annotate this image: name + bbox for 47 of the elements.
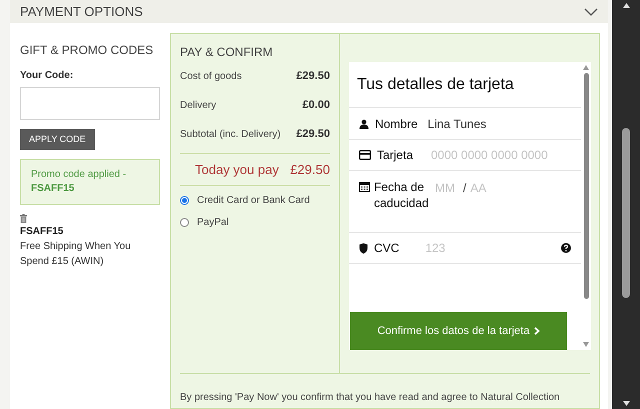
summary-label: Cost of goods <box>180 70 242 84</box>
promo-title: GIFT & PROMO CODES <box>20 42 154 59</box>
code-label: Your Code: <box>20 69 74 83</box>
section-header[interactable]: PAYMENT OPTIONS <box>10 0 608 23</box>
scroll-up-icon[interactable] <box>622 3 630 8</box>
calendar-icon <box>358 181 370 192</box>
code-field[interactable] <box>20 87 160 120</box>
voucher-code: FSAFF15 <box>20 225 64 239</box>
payment-method-radio[interactable]: Credit Card or Bank Card <box>180 192 330 208</box>
card-form-title: Tus detalles de tarjeta <box>348 62 581 108</box>
trash-icon[interactable] <box>20 214 27 223</box>
year-field[interactable]: AA <box>470 179 500 197</box>
field-label: CVC <box>374 240 400 257</box>
apply-code-button[interactable]: APPLY CODE <box>20 129 95 150</box>
card-number-field[interactable]: 0000 0000 0000 0000 <box>431 146 571 164</box>
page-scrollbar[interactable] <box>612 0 640 409</box>
cvc-field[interactable]: 123 <box>425 239 526 257</box>
summary-amount: £29.50 <box>296 68 330 84</box>
scroll-down-icon[interactable] <box>622 401 630 406</box>
field-label: Tarjeta <box>376 147 413 164</box>
total-label: Today you pay <box>195 160 279 179</box>
section-title: PAYMENT OPTIONS <box>20 2 143 21</box>
user-icon <box>358 118 369 128</box>
confirm-card-button[interactable]: Confirme los datos de la tarjeta <box>350 312 567 350</box>
promo-applied-code: FSAFF15 <box>31 183 74 194</box>
chevron-down-icon[interactable] <box>584 8 598 16</box>
terms-text: By pressing 'Pay Now' you confirm that you have read and agree to Natural Collection <box>180 392 560 403</box>
scrollbar-thumb[interactable] <box>622 128 630 298</box>
total-amount: £29.50 <box>290 160 330 179</box>
chevron-right-icon <box>534 327 540 335</box>
pay-title: PAY & CONFIRM <box>180 44 274 61</box>
scrollbar-thumb[interactable] <box>584 73 588 299</box>
voucher-description: Free Shipping When You Spend £15 (AWIN) <box>20 240 132 269</box>
date-separator: / <box>462 180 466 197</box>
field-label: Fecha de caducidad <box>374 179 429 211</box>
name-field[interactable]: Lina Tunes <box>428 114 548 132</box>
shield-icon <box>358 242 368 254</box>
credit-card-icon <box>358 150 371 160</box>
summary-amount: £29.50 <box>296 126 330 142</box>
payment-method-radio[interactable]: PayPal <box>180 214 330 230</box>
summary-label: Delivery <box>180 98 216 112</box>
summary-label: Subtotal (inc. Delivery) <box>180 128 281 142</box>
summary-amount: £0.00 <box>302 98 330 113</box>
field-label: Nombre <box>374 116 418 132</box>
month-field[interactable]: MM <box>434 179 459 197</box>
help-icon[interactable] <box>561 243 571 253</box>
promo-applied-message: Promo code applied - <box>31 169 126 180</box>
